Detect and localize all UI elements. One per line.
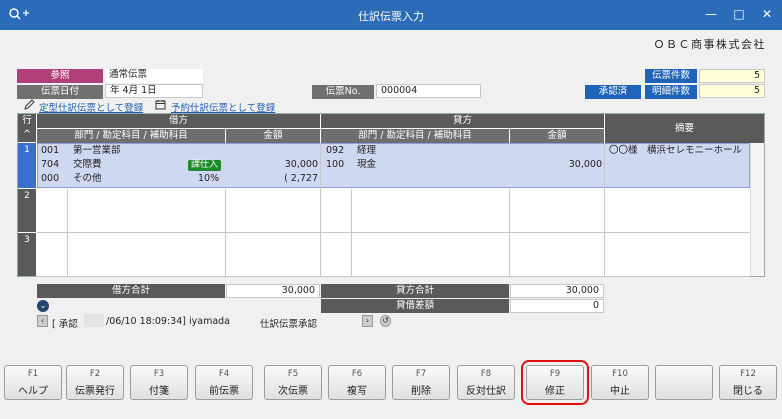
- function-key-bar: F1 ヘルプ F2 伝票発行 F3 付箋 F4 前伝票 F5 次伝票 F6 複写 F7 削除 …: [0, 360, 782, 419]
- credit-dept-code[interactable]: 092: [326, 145, 344, 157]
- f4-prev-voucher-button[interactable]: F4 前伝票: [195, 365, 253, 400]
- ref-label[interactable]: 参照: [17, 69, 103, 83]
- prev-arrow-icon[interactable]: ‹: [37, 315, 48, 327]
- balance-diff-label: 貸借差額: [321, 299, 509, 313]
- expand-icon[interactable]: ⌄: [37, 300, 49, 312]
- window-title: 仕訳伝票入力: [358, 10, 424, 23]
- row-number: 3: [18, 233, 36, 276]
- debit-total-label: 借方合計: [37, 284, 225, 298]
- debit-amount[interactable]: 30,000: [226, 159, 318, 171]
- credit-account-header: 部門 / 勘定科目 / 補助科目: [321, 129, 509, 143]
- f2-issue-button[interactable]: F2 伝票発行: [66, 365, 124, 400]
- row-number: 2: [18, 189, 36, 232]
- debit-tax-amount: ( 2,727: [284, 173, 318, 184]
- table-row[interactable]: 2: [18, 189, 750, 232]
- debit-amount-header: 金額: [226, 129, 320, 143]
- edit-icon: [24, 99, 35, 110]
- credit-amount[interactable]: 30,000: [510, 159, 602, 171]
- debit-header: 借方: [37, 114, 320, 128]
- tax-category-badge: 課仕入: [188, 160, 222, 171]
- voucher-no-field[interactable]: 000004: [376, 84, 481, 98]
- journal-grid: 行 ^ 借方 貸方 摘要 部門 / 勘定科目 / 補助科目 金額 部門 / 勘定…: [17, 113, 765, 277]
- history-icon[interactable]: ↺: [380, 315, 391, 327]
- register-template-link[interactable]: 定型仕訳伝票として登録: [39, 100, 143, 114]
- minimize-icon[interactable]: —: [700, 4, 722, 24]
- collapse-icon[interactable]: ^: [18, 128, 36, 142]
- ref-value: 通常伝票: [105, 69, 203, 83]
- title-bar: 仕訳伝票入力 — □ ✕: [0, 0, 782, 30]
- register-reservation-link[interactable]: 予約仕訳伝票として登録: [171, 100, 275, 114]
- f9-modify-button[interactable]: F9 修正: [521, 360, 589, 405]
- table-row[interactable]: 1 001 第一営業部 704 交際費 課仕入 000 その他 10% 30,0…: [18, 143, 750, 188]
- detail-count-label: 明細件数: [645, 85, 697, 99]
- f1-help-button[interactable]: F1 ヘルプ: [4, 365, 62, 400]
- f3-sticky-button[interactable]: F3 付箋: [130, 365, 188, 400]
- debit-dept-code[interactable]: 001: [41, 145, 59, 157]
- credit-total-label: 貸方合計: [321, 284, 509, 298]
- f10-cancel-button[interactable]: F10 中止: [591, 365, 649, 400]
- row-header: 行: [18, 114, 36, 128]
- approved-badge: 承認済: [585, 85, 641, 99]
- row-number: 1: [18, 143, 36, 188]
- close-icon[interactable]: ✕: [756, 4, 778, 24]
- maximize-icon[interactable]: □: [728, 4, 750, 24]
- credit-header: 貸方: [321, 114, 604, 128]
- credit-total: 30,000: [510, 284, 604, 298]
- f7-delete-button[interactable]: F7 削除: [392, 365, 450, 400]
- debit-acct[interactable]: 交際費: [73, 159, 102, 171]
- next-arrow-icon[interactable]: ›: [362, 315, 373, 327]
- date-field[interactable]: 年 4月 1日: [105, 84, 203, 98]
- f5-next-voucher-button[interactable]: F5 次伝票: [264, 365, 322, 400]
- table-row[interactable]: 3: [18, 233, 750, 276]
- memo[interactable]: 〇〇様 横浜セレモニーホール: [609, 145, 742, 157]
- memo-header: 摘要: [605, 114, 764, 143]
- detail-count-value: 5: [699, 84, 765, 98]
- approval-type: 仕訳伝票承認: [260, 319, 318, 330]
- debit-sub[interactable]: その他: [73, 173, 102, 185]
- date-label: 伝票日付: [17, 85, 103, 99]
- credit-amount-header: 金額: [510, 129, 604, 143]
- debit-account-header: 部門 / 勘定科目 / 補助科目: [37, 129, 225, 143]
- f12-close-button[interactable]: F12 閉じる: [719, 365, 777, 400]
- approval-status: [ 承認: [52, 319, 78, 330]
- f8-reverse-button[interactable]: F8 反対仕訳: [457, 365, 515, 400]
- company-name: ＯＢＣ商事株式会社: [653, 38, 766, 51]
- f11-empty-button[interactable]: [655, 365, 713, 400]
- voucher-no-label: 伝票No.: [312, 85, 374, 99]
- calendar-icon: [155, 100, 166, 110]
- debit-acct-code[interactable]: 704: [41, 159, 59, 171]
- tax-rate: 10%: [198, 173, 220, 184]
- credit-dept[interactable]: 経理: [357, 145, 376, 157]
- vertical-scrollbar[interactable]: [750, 143, 764, 276]
- approval-time: /06/10 18:09:34] iyamada: [106, 316, 231, 327]
- credit-acct[interactable]: 現金: [357, 159, 376, 171]
- debit-total: 30,000: [226, 284, 320, 298]
- debit-dept[interactable]: 第一営業部: [73, 145, 121, 157]
- voucher-count-label: 伝票件数: [645, 69, 697, 83]
- debit-sub-code[interactable]: 000: [41, 173, 59, 185]
- redacted-year: [84, 314, 104, 327]
- balance-diff: 0: [510, 299, 604, 313]
- credit-acct-code[interactable]: 100: [326, 159, 344, 171]
- voucher-count-value: 5: [699, 69, 765, 83]
- f6-copy-button[interactable]: F6 複写: [328, 365, 386, 400]
